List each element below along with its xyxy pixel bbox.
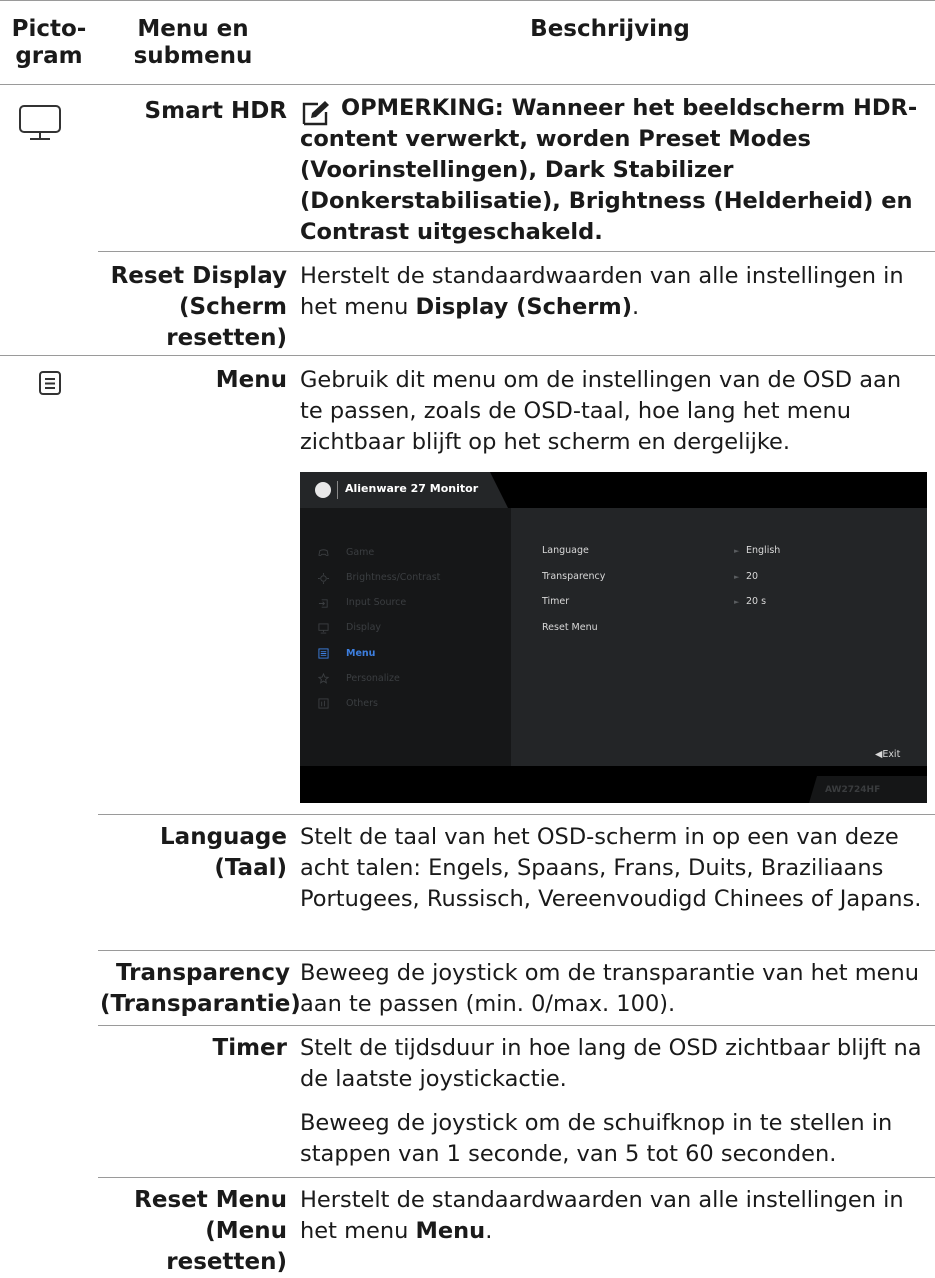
osd-arrow-icon: ►: [734, 547, 740, 555]
osd-setting-transparency[interactable]: Transparency: [542, 571, 605, 582]
osd-model-label: AW2724HF: [825, 785, 881, 795]
header-rule: [0, 84, 935, 85]
osd-screenshot: Alienware 27 Monitor AW2724HF Game Brigh…: [300, 472, 927, 803]
star-icon: [318, 673, 329, 684]
timer-description-2: Beweeg de joystick om de schuifknop in t…: [300, 1110, 893, 1167]
brightness-icon: [318, 573, 329, 584]
language-description: Stelt de taal van het OSD-scherm in op e…: [300, 824, 922, 912]
osd-nav-others[interactable]: Others: [346, 698, 378, 709]
display-icon: [318, 623, 329, 634]
menu-icon: [318, 648, 329, 659]
table-top-rule: [0, 0, 935, 1]
osd-nav-game[interactable]: Game: [346, 547, 374, 558]
osd-exit-button[interactable]: ◀Exit: [875, 749, 900, 760]
row-rule: [98, 814, 935, 815]
row-rule: [98, 950, 935, 951]
menu-description: Gebruik dit menu om de instellingen van …: [300, 367, 902, 455]
alienware-logo-icon: [315, 482, 331, 498]
osd-nav-display[interactable]: Display: [346, 622, 381, 633]
osd-arrow-icon: ►: [734, 573, 740, 581]
menu-list-icon: [39, 371, 61, 395]
timer-description-1: Stelt de tijdsduur in hoe lang de OSD zi…: [300, 1035, 922, 1092]
osd-title-separator: [337, 481, 338, 499]
gamepad-icon: [318, 549, 329, 557]
input-source-icon: [318, 599, 328, 608]
osd-nav-personalize[interactable]: Personalize: [346, 673, 400, 684]
transparency-description: Beweeg de joystick om de transparantie v…: [300, 960, 920, 1017]
osd-setting-timer[interactable]: Timer: [542, 596, 569, 607]
menu-label-language: Language (Taal): [160, 824, 287, 881]
others-icon: [318, 698, 329, 709]
menu-label-reset-display: Reset Display (Scherm resetten): [110, 263, 287, 351]
osd-exit-label: Exit: [882, 749, 901, 760]
menu-label-transparency: Transparency (Transparantie): [100, 960, 301, 1017]
reset-display-description: Herstelt de standaardwaarden van alle in…: [300, 263, 904, 320]
header-pictogram: Picto- gram: [11, 16, 87, 69]
smart-hdr-note: OPMERKING: Wanneer het beeldscherm HDR-c…: [300, 95, 918, 245]
menu-label-menu: Menu: [215, 367, 287, 393]
osd-value-transparency: 20: [746, 571, 759, 582]
menu-label-reset-menu: Reset Menu (Menu resetten): [134, 1187, 287, 1275]
header-menu: Menu en submenu: [133, 16, 253, 69]
row-rule: [98, 1177, 935, 1178]
osd-nav-input-source[interactable]: Input Source: [346, 597, 406, 608]
osd-value-language: English: [746, 545, 781, 556]
osd-setting-reset-menu[interactable]: Reset Menu: [542, 622, 598, 633]
row-rule: [98, 1025, 935, 1026]
menu-label-smart-hdr: Smart HDR: [144, 98, 287, 124]
osd-title: Alienware 27 Monitor: [345, 482, 479, 495]
row-rule: [98, 251, 935, 252]
osd-value-timer: 20 s: [746, 596, 767, 607]
section-rule: [0, 355, 935, 356]
reset-menu-description: Herstelt de standaardwaarden van alle in…: [300, 1187, 904, 1244]
header-description: Beschrijving: [530, 16, 690, 42]
osd-arrow-icon: ►: [734, 598, 740, 606]
menu-label-timer: Timer: [212, 1035, 287, 1061]
osd-nav-brightness-contrast[interactable]: Brightness/Contrast: [346, 572, 440, 583]
osd-setting-language[interactable]: Language: [542, 545, 589, 556]
monitor-icon: [19, 105, 61, 140]
osd-nav-panel: [300, 508, 511, 766]
osd-nav-menu[interactable]: Menu: [346, 648, 375, 659]
